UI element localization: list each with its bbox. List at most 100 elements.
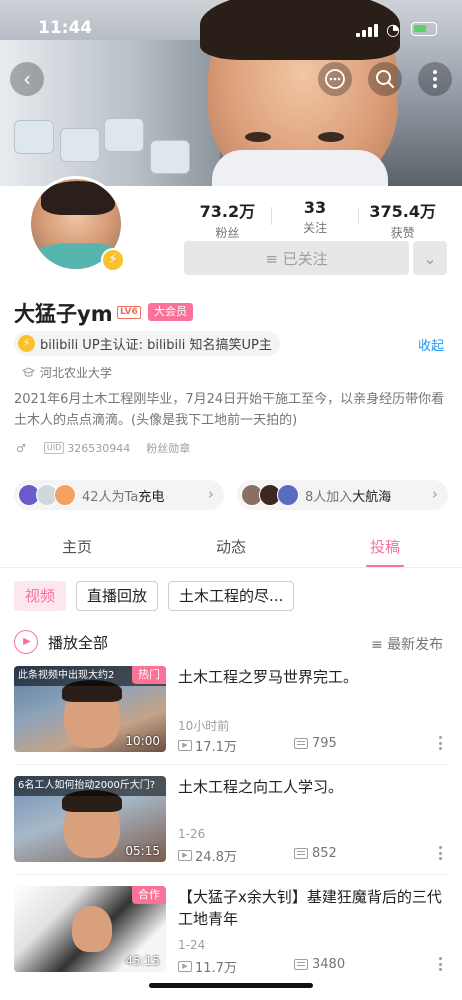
profile-stats: 73.2万 粉丝 33 关注 375.4万 获赞 bbox=[184, 198, 446, 240]
video-danmaku: 795 bbox=[294, 736, 337, 751]
video-duration: 45:15 bbox=[125, 954, 160, 968]
play-icon: ▶ bbox=[14, 630, 38, 654]
video-item[interactable]: 6名工人如何抬动2000斤大门? 05:15 土木工程之向工人学习。 1-26 … bbox=[14, 776, 448, 866]
tab-uploads[interactable]: 投稿 bbox=[308, 528, 462, 567]
chevron-right-icon: › bbox=[208, 485, 214, 503]
video-date: 1-24 bbox=[178, 938, 206, 952]
danmaku-icon bbox=[294, 959, 308, 970]
chevron-down-icon: ⌄ bbox=[423, 248, 437, 268]
video-views: ▶ 17.1万 bbox=[178, 736, 237, 755]
video-views: ▶ 11.7万 bbox=[178, 957, 237, 976]
view-count: 17.1万 bbox=[195, 740, 237, 755]
danmaku-icon bbox=[294, 738, 308, 749]
wifi-icon: ◔ bbox=[386, 20, 400, 39]
supporter-avatar bbox=[54, 484, 76, 506]
search-icon bbox=[376, 70, 394, 88]
more-icon[interactable] bbox=[439, 736, 443, 750]
video-danmaku: 852 bbox=[294, 846, 337, 861]
profile-meta: ♂ UID 326530944 粉丝勋章 bbox=[16, 440, 190, 456]
profile-tabs: 主页 动态 投稿 bbox=[0, 528, 462, 568]
video-views: ▶ 24.8万 bbox=[178, 846, 237, 865]
home-indicator[interactable] bbox=[149, 983, 313, 988]
battery-icon bbox=[411, 22, 437, 36]
tab-dynamics[interactable]: 动态 bbox=[154, 528, 308, 567]
banner-seat bbox=[14, 120, 54, 154]
fan-medal-link[interactable]: 粉丝勋章 bbox=[146, 440, 190, 456]
video-date: 1-26 bbox=[178, 827, 206, 841]
back-button[interactable]: ‹ bbox=[10, 62, 44, 96]
stat-fans[interactable]: 73.2万 粉丝 bbox=[184, 198, 271, 240]
view-count: 24.8万 bbox=[195, 850, 237, 865]
tab-home[interactable]: 主页 bbox=[0, 528, 154, 567]
certification-tag: ⚡ bilibili UP主认证: bilibili 知名搞笑UP主 bbox=[14, 331, 280, 356]
level-badge: LV6 bbox=[117, 306, 141, 319]
filter-videos[interactable]: 视频 bbox=[14, 581, 67, 611]
banner-eye bbox=[245, 132, 271, 142]
video-title[interactable]: 【大猛子x余大钊】基建狂魔背后的三代工地青年 bbox=[178, 886, 448, 930]
upload-filters: 视频 直播回放 土木工程的尽... bbox=[14, 581, 295, 611]
banner-seat bbox=[60, 128, 100, 162]
vertical-dots-icon bbox=[433, 70, 437, 88]
chevron-left-icon: ‹ bbox=[23, 67, 31, 91]
status-time: 11:44 bbox=[38, 18, 93, 38]
fleet-text: 8人加入 bbox=[305, 489, 353, 505]
graduation-cap-icon bbox=[22, 367, 35, 377]
more-options-button[interactable] bbox=[418, 62, 452, 96]
video-duration: 05:15 bbox=[125, 844, 160, 858]
video-thumbnail[interactable]: 此条视频中出现大约2 热门 10:00 bbox=[14, 666, 166, 752]
filter-live-replays[interactable]: 直播回放 bbox=[76, 581, 159, 611]
divider bbox=[14, 874, 448, 875]
thumbnail-caption: 6名工人如何抬动2000斤大门? bbox=[14, 776, 166, 796]
video-item[interactable]: 合作 45:15 【大猛子x余大钊】基建狂魔背后的三代工地青年 1-24 ▶ 1… bbox=[14, 886, 448, 976]
stat-value: 33 bbox=[303, 198, 327, 217]
video-date: 10小时前 bbox=[178, 719, 230, 733]
more-icon[interactable] bbox=[439, 846, 443, 860]
stat-likes[interactable]: 375.4万 获赞 bbox=[359, 198, 446, 240]
video-item[interactable]: 此条视频中出现大约2 热门 10:00 土木工程之罗马世界完工。 10小时前 ▶… bbox=[14, 666, 448, 756]
school-name: 河北农业大学 bbox=[40, 366, 113, 380]
danmaku-count: 3480 bbox=[312, 957, 346, 972]
more-icon[interactable] bbox=[439, 957, 443, 971]
profile-name: 大猛子ym bbox=[14, 302, 113, 326]
danmaku-count: 795 bbox=[312, 736, 337, 751]
play-all-label: 播放全部 bbox=[48, 633, 109, 652]
followed-button[interactable]: ≡ 已关注 bbox=[184, 241, 409, 275]
play-all-button[interactable]: ▶ 播放全部 bbox=[14, 630, 108, 654]
video-thumbnail[interactable]: 6名工人如何抬动2000斤大门? 05:15 bbox=[14, 776, 166, 862]
fleet-entry[interactable]: 8人加入 大航海 › bbox=[237, 480, 448, 510]
stat-label: 粉丝 bbox=[215, 226, 240, 240]
charge-text: 42人为Ta bbox=[82, 489, 139, 505]
charge-entry[interactable]: 42人为Ta 充电 › bbox=[14, 480, 224, 510]
view-count: 11.7万 bbox=[195, 961, 237, 976]
message-button[interactable] bbox=[318, 62, 352, 96]
collapse-link[interactable]: 收起 bbox=[418, 335, 444, 354]
status-bar: 11:44 ◔ bbox=[0, 18, 462, 42]
profile-bio: 2021年6月土木工程刚毕业，7月24日开始干施工至今，以亲身经历带你看土木人的… bbox=[14, 392, 445, 428]
video-duration: 10:00 bbox=[125, 734, 160, 748]
banner-eye bbox=[318, 132, 344, 142]
school-info: 河北农业大学 bbox=[22, 364, 112, 381]
video-title[interactable]: 土木工程之罗马世界完工。 bbox=[178, 666, 448, 688]
chevron-right-icon: › bbox=[432, 485, 438, 503]
filter-series[interactable]: 土木工程的尽... bbox=[168, 581, 295, 611]
charge-highlight: 充电 bbox=[138, 489, 165, 505]
video-thumbnail[interactable]: 合作 45:15 bbox=[14, 886, 166, 972]
vip-badge: 大会员 bbox=[148, 303, 193, 321]
stat-following[interactable]: 33 关注 bbox=[272, 198, 359, 238]
fleet-highlight: 大航海 bbox=[352, 489, 392, 505]
banner-mask bbox=[212, 150, 388, 186]
stat-value: 375.4万 bbox=[369, 202, 436, 221]
video-title[interactable]: 土木工程之向工人学习。 bbox=[178, 776, 448, 798]
certification-text: bilibili UP主认证: bilibili 知名搞笑UP主 bbox=[40, 338, 272, 353]
banner-seat bbox=[150, 140, 190, 174]
stat-label: 关注 bbox=[303, 221, 328, 235]
uid-tag: UID bbox=[43, 442, 65, 454]
search-button[interactable] bbox=[368, 62, 402, 96]
member-avatar bbox=[277, 484, 299, 506]
expand-recommendations-button[interactable]: ⌄ bbox=[413, 241, 447, 275]
cellular-signal-icon bbox=[356, 23, 378, 37]
stat-label: 获赞 bbox=[390, 226, 415, 240]
lightning-icon: ⚡ bbox=[18, 335, 35, 352]
sort-button[interactable]: ≡ 最新发布 bbox=[371, 634, 443, 654]
gender-icon: ♂ bbox=[16, 441, 26, 455]
